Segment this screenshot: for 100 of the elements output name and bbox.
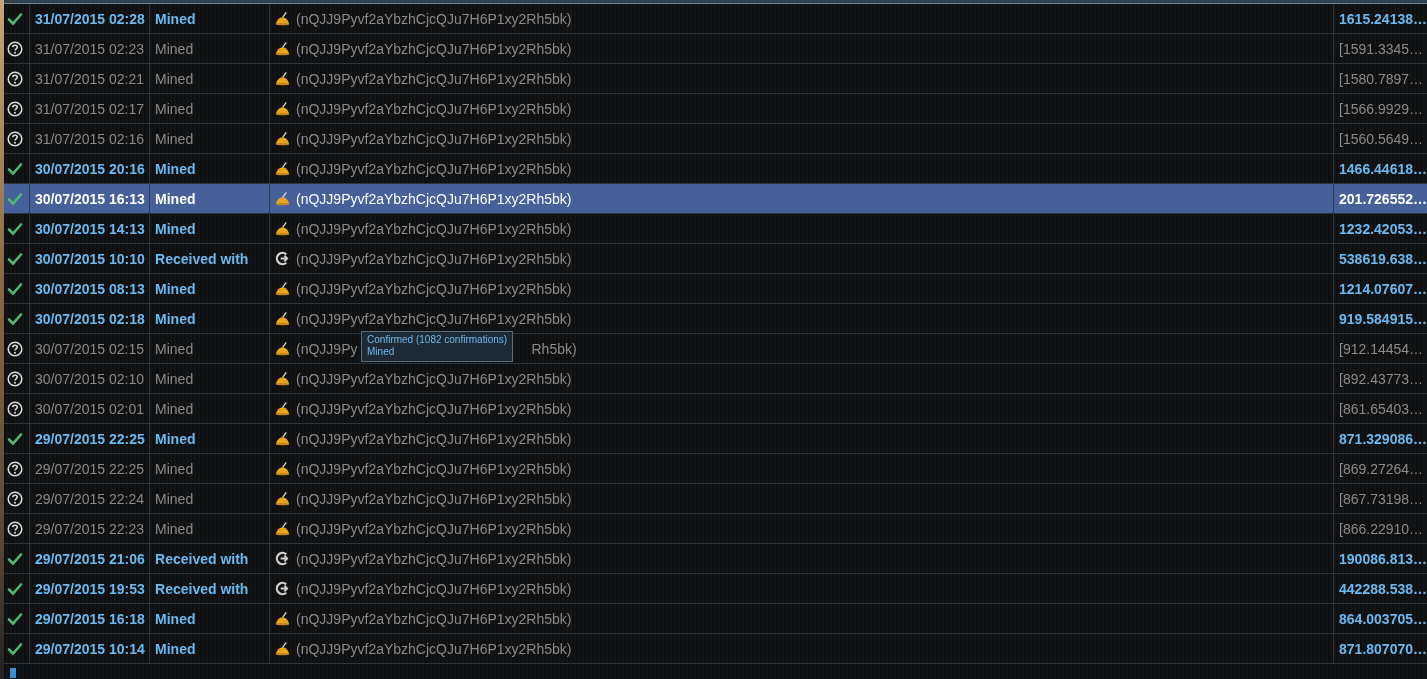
bell-icon bbox=[275, 491, 291, 507]
checkmark-icon bbox=[7, 160, 24, 177]
address-cell: (nQJJ9Pyvf2aYbzhCjcQJu7H6P1xy2Rh5bk) bbox=[296, 190, 572, 207]
bell-icon bbox=[275, 521, 291, 537]
question-icon bbox=[7, 520, 24, 537]
amount-cell: 190086.813… bbox=[1339, 550, 1427, 567]
table-row[interactable]: 31/07/2015 02:28 Mined (nQJJ9Pyvf2aYbzhCjcQJu7H6P1xy2Rh5bk) 1615.24138… bbox=[4, 4, 1427, 35]
bell-icon bbox=[275, 41, 291, 57]
type-cell: Received with bbox=[155, 550, 249, 567]
bell-icon bbox=[275, 641, 291, 657]
table-row[interactable]: 31/07/2015 02:16 Mined (nQJJ9Pyvf2aYbzhCjcQJu7H6P1xy2Rh5bk) [1560.5649… bbox=[4, 124, 1427, 155]
amount-cell: [866.22910… bbox=[1339, 520, 1424, 537]
bell-icon bbox=[275, 131, 291, 147]
receive-icon bbox=[275, 551, 291, 567]
table-row[interactable]: 30/07/2015 02:10 Mined (nQJJ9Pyvf2aYbzhCjcQJu7H6P1xy2Rh5bk) [892.43773… bbox=[4, 364, 1427, 395]
amount-cell: [867.73198… bbox=[1339, 490, 1424, 507]
checkmark-icon bbox=[7, 250, 24, 267]
table-row[interactable]: 29/07/2015 22:23 Mined (nQJJ9Pyvf2aYbzhCjcQJu7H6P1xy2Rh5bk) [866.22910… bbox=[4, 514, 1427, 545]
address-cell: (nQJJ9Pyvf2aYbzhCjcQJu7H6P1xy2Rh5bk) bbox=[296, 40, 572, 57]
address-cell: (nQJJ9Pyvf2aYbzhCjcQJu7H6P1xy2Rh5bk) bbox=[296, 280, 572, 297]
date-cell: 30/07/2015 20:16 bbox=[35, 160, 145, 177]
type-cell: Mined bbox=[155, 160, 196, 177]
type-cell: Mined bbox=[155, 340, 194, 357]
address-cell: (nQJJ9Pyvf2aYbzhCjcQJu7H6P1xy2Rh5bk) bbox=[296, 70, 572, 87]
table-row[interactable]: 30/07/2015 08:13 Mined (nQJJ9Pyvf2aYbzhCjcQJu7H6P1xy2Rh5bk) 1214.07607… bbox=[4, 274, 1427, 305]
amount-cell: 919.584915… bbox=[1339, 310, 1427, 327]
table-row[interactable]: 29/07/2015 21:06 Received with (nQJJ9Pyvf2aYbzhCjcQJu7H6P1xy2Rh5bk) 190086.813… bbox=[4, 544, 1427, 575]
checkmark-icon bbox=[7, 280, 24, 297]
date-cell: 29/07/2015 22:24 bbox=[35, 490, 145, 507]
date-cell: 29/07/2015 16:18 bbox=[35, 610, 145, 627]
amount-cell: [1560.5649… bbox=[1339, 130, 1424, 147]
amount-cell: 538619.638… bbox=[1339, 250, 1427, 267]
table-row[interactable]: 30/07/2015 10:10 Received with (nQJJ9Pyvf2aYbzhCjcQJu7H6P1xy2Rh5bk) 538619.638… bbox=[4, 244, 1427, 275]
bell-icon bbox=[275, 431, 291, 447]
address-cell: (nQJJ9Pyvf2aYbzhCjcQJu7H6P1xy2Rh5bk) bbox=[296, 610, 572, 627]
table-row[interactable]: 30/07/2015 02:01 Mined (nQJJ9Pyvf2aYbzhCjcQJu7H6P1xy2Rh5bk) [861.65403… bbox=[4, 394, 1427, 425]
address-cell: (nQJJ9Pyvf2aYbzhCjcQJu7H6P1xy2Rh5bk) bbox=[296, 220, 572, 237]
amount-cell: 1232.42053… bbox=[1339, 220, 1427, 237]
table-row[interactable]: 29/07/2015 16:18 Mined (nQJJ9Pyvf2aYbzhCjcQJu7H6P1xy2Rh5bk) 864.003705… bbox=[4, 604, 1427, 635]
amount-cell: [869.27264… bbox=[1339, 460, 1424, 477]
amount-cell: 1214.07607… bbox=[1339, 280, 1427, 297]
amount-cell: [861.65403… bbox=[1339, 400, 1424, 417]
date-cell: 29/07/2015 10:14 bbox=[35, 640, 145, 657]
question-icon bbox=[7, 70, 24, 87]
bell-icon bbox=[275, 191, 291, 207]
table-row[interactable]: 29/07/2015 19:53 Received with (nQJJ9Pyvf2aYbzhCjcQJu7H6P1xy2Rh5bk) 442288.538… bbox=[4, 574, 1427, 605]
amount-cell: 442288.538… bbox=[1339, 580, 1427, 597]
bell-icon bbox=[275, 221, 291, 237]
scroll-handle[interactable] bbox=[10, 668, 17, 679]
question-icon bbox=[7, 400, 24, 417]
checkmark-icon bbox=[7, 550, 24, 567]
question-icon bbox=[7, 340, 24, 357]
date-cell: 31/07/2015 02:23 bbox=[35, 40, 145, 57]
amount-cell: 201.726552… bbox=[1339, 190, 1427, 207]
date-cell: 30/07/2015 14:13 bbox=[35, 220, 145, 237]
table-row[interactable]: 31/07/2015 02:23 Mined (nQJJ9Pyvf2aYbzhCjcQJu7H6P1xy2Rh5bk) [1591.3345… bbox=[4, 34, 1427, 65]
question-icon bbox=[7, 40, 24, 57]
amount-cell: [1591.3345… bbox=[1339, 40, 1424, 57]
question-icon bbox=[7, 490, 24, 507]
selected-row[interactable]: 30/07/2015 16:13 Mined (nQJJ9Pyvf2aYbzhCjcQJu7H6P1xy2Rh5bk) 201.726552… bbox=[4, 184, 1427, 215]
amount-cell: [912.14454… bbox=[1339, 340, 1424, 357]
table-row[interactable]: 29/07/2015 10:14 Mined (nQJJ9Pyvf2aYbzhCjcQJu7H6P1xy2Rh5bk) 871.807070… bbox=[4, 634, 1427, 665]
type-cell: Received with bbox=[155, 250, 249, 267]
date-cell: 30/07/2015 02:01 bbox=[35, 400, 145, 417]
bell-icon bbox=[275, 71, 291, 87]
date-cell: 29/07/2015 22:23 bbox=[35, 520, 145, 537]
table-row[interactable]: 29/07/2015 22:25 Mined (nQJJ9Pyvf2aYbzhCjcQJu7H6P1xy2Rh5bk) 871.329086… bbox=[4, 424, 1427, 455]
amount-cell: [1580.7897… bbox=[1339, 70, 1424, 87]
tooltip: Confirmed (1082 confirmations) Mined bbox=[361, 331, 514, 362]
address-cell: (nQJJ9Pyvf2aYbzhCjcQJu7H6P1xy2Rh5bk) bbox=[296, 520, 572, 537]
type-cell: Mined bbox=[155, 40, 194, 57]
checkmark-icon bbox=[7, 310, 24, 327]
address-cell: (nQJJ9Pyvf2aYbzhCjcQJu7H6P1xy2Rh5bk) bbox=[296, 430, 572, 447]
table-row[interactable]: 31/07/2015 02:21 Mined (nQJJ9Pyvf2aYbzhCjcQJu7H6P1xy2Rh5bk) [1580.7897… bbox=[4, 64, 1427, 95]
type-cell: Mined bbox=[155, 640, 196, 657]
type-cell: Mined bbox=[155, 10, 196, 27]
bell-icon bbox=[275, 401, 291, 417]
bell-icon bbox=[275, 11, 291, 27]
table-row[interactable]: 29/07/2015 22:24 Mined (nQJJ9Pyvf2aYbzhCjcQJu7H6P1xy2Rh5bk) [867.73198… bbox=[4, 484, 1427, 515]
table-row[interactable]: 31/07/2015 02:17 Mined (nQJJ9Pyvf2aYbzhCjcQJu7H6P1xy2Rh5bk) [1566.9929… bbox=[4, 94, 1427, 125]
type-cell: Mined bbox=[155, 70, 194, 87]
address-cell: (nQJJ9Pyvf2aYbzhCjcQJu7H6P1xy2Rh5bk) bbox=[296, 130, 572, 147]
table-row[interactable]: 29/07/2015 22:25 Mined (nQJJ9Pyvf2aYbzhCjcQJu7H6P1xy2Rh5bk) [869.27264… bbox=[4, 454, 1427, 485]
bell-icon bbox=[275, 311, 291, 327]
amount-cell: 871.807070… bbox=[1339, 640, 1427, 657]
address-cell: Rh5bk) bbox=[531, 340, 577, 357]
question-icon bbox=[7, 460, 24, 477]
date-cell: 31/07/2015 02:16 bbox=[35, 130, 145, 147]
type-cell: Mined bbox=[155, 130, 194, 147]
amount-cell: [1566.9929… bbox=[1339, 100, 1424, 117]
date-cell: 31/07/2015 02:17 bbox=[35, 100, 145, 117]
address-cell: (nQJJ9Pyvf2aYbzhCjcQJu7H6P1xy2Rh5bk) bbox=[296, 580, 572, 597]
question-icon bbox=[7, 130, 24, 147]
question-icon bbox=[7, 370, 24, 387]
address-cell: (nQJJ9Pyvf2aYbzhCjcQJu7H6P1xy2Rh5bk) bbox=[296, 460, 572, 477]
bell-icon bbox=[275, 371, 291, 387]
bell-icon bbox=[275, 611, 291, 627]
receive-icon bbox=[275, 251, 291, 267]
table-row[interactable]: 30/07/2015 14:13 Mined (nQJJ9Pyvf2aYbzhCjcQJu7H6P1xy2Rh5bk) 1232.42053… bbox=[4, 214, 1427, 245]
receive-icon bbox=[275, 581, 291, 597]
